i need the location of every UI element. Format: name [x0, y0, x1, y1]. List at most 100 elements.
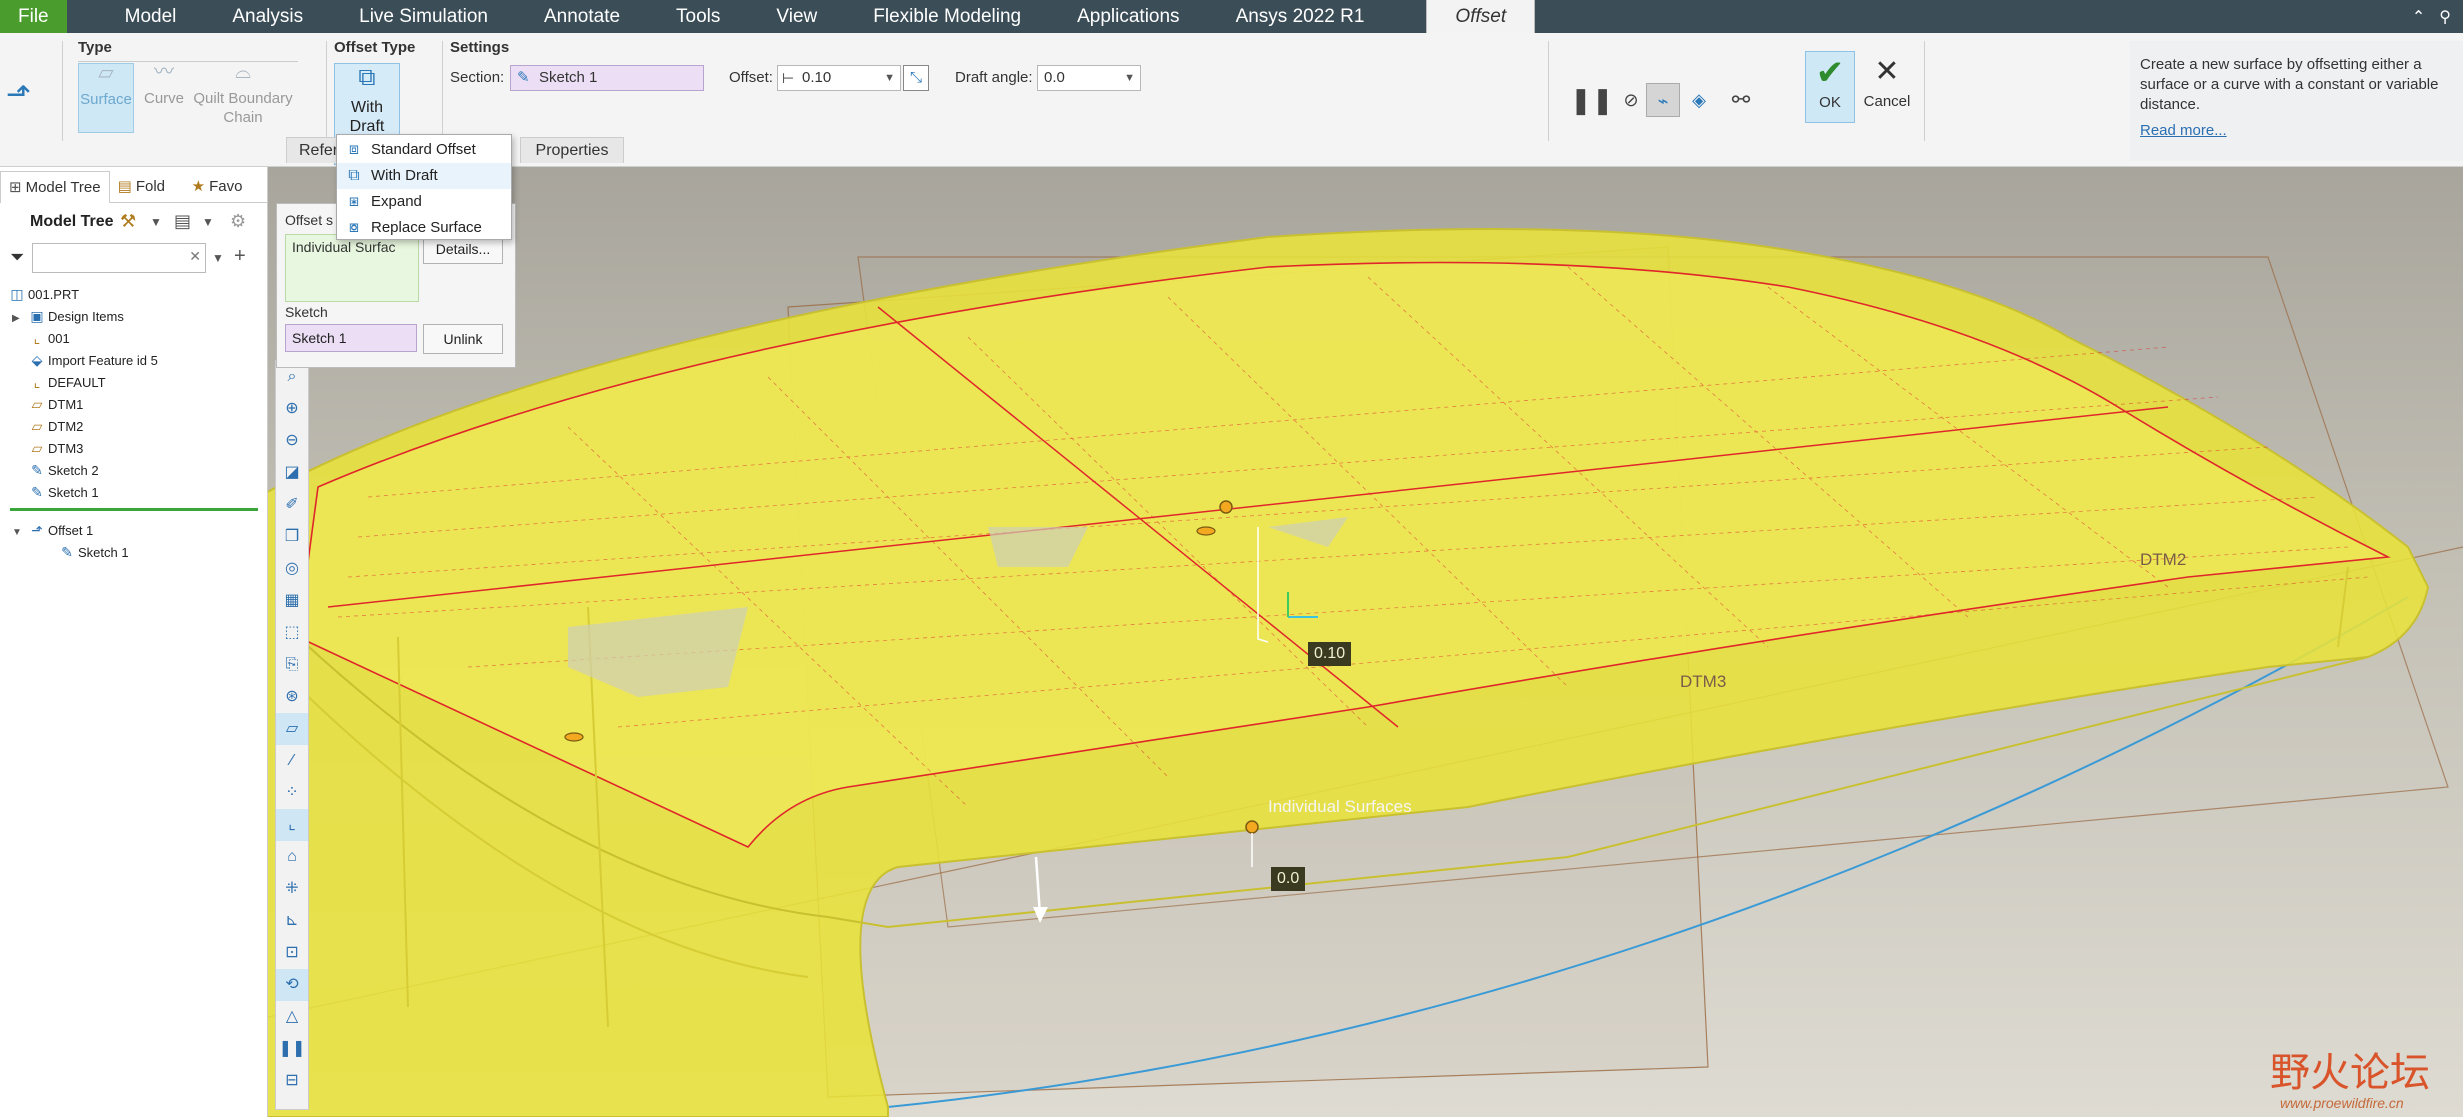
tab-model-tree[interactable]: ⊞ Model Tree — [0, 171, 110, 203]
tree-item-default-csys[interactable]: ⌞ DEFAULT — [26, 371, 106, 393]
tree-item-offset-sketch1[interactable]: ✎ Sketch 1 — [56, 541, 128, 563]
datum-display-icon[interactable]: ⬚ — [276, 617, 308, 649]
chevron-down-icon[interactable]: ▼ — [212, 251, 224, 265]
model-tree-icon: ⊞ — [9, 179, 22, 196]
menu-annotate[interactable]: Annotate — [516, 0, 648, 33]
view-manager-icon[interactable]: ◎ — [276, 553, 308, 585]
chevron-down-icon[interactable]: ▼ — [884, 66, 895, 90]
triangle-icon[interactable]: △ — [276, 1001, 308, 1033]
cancel-button[interactable]: ✕ Cancel — [1856, 51, 1918, 123]
sketch-icon: ✎ — [61, 544, 73, 560]
tree-item-part[interactable]: ◫ 001.PRT — [6, 283, 79, 305]
csys-tag-icon[interactable]: ⊾ — [276, 905, 308, 937]
tree-item-design-items[interactable]: ▶ ▣ Design Items — [12, 305, 124, 327]
tree-item-sketch2[interactable]: ✎ Sketch 2 — [26, 459, 98, 481]
menu-item-replace-surface[interactable]: ⧇ Replace Surface — [337, 215, 511, 241]
menu-offset-tab[interactable]: Offset — [1426, 0, 1536, 33]
annotation-display-icon[interactable]: ⎘ — [276, 649, 308, 681]
menu-item-label: Replace Surface — [371, 219, 482, 236]
perspective-icon[interactable]: ▦ — [276, 585, 308, 617]
show-icon[interactable]: ▤ — [174, 211, 191, 232]
unlink-button[interactable]: Unlink — [423, 324, 503, 354]
draft-dimension-tag[interactable]: 0.0 — [1271, 867, 1306, 891]
point-display-icon[interactable]: ⁘ — [276, 777, 308, 809]
tree-item-import-feature[interactable]: ⬙ Import Feature id 5 — [26, 349, 158, 371]
pause-icon[interactable]: ❚❚ — [276, 1033, 308, 1065]
offset-value-field[interactable]: ⊢ 0.10 ▼ — [777, 65, 901, 91]
tree-item-dtm1[interactable]: ▱ DTM1 — [26, 393, 84, 415]
zoom-out-icon[interactable]: ⊖ — [276, 425, 308, 457]
plane-display-icon[interactable]: ▱ — [276, 713, 308, 745]
tree-search-input[interactable]: ✕ — [32, 243, 206, 273]
spin-icon[interactable]: ⟲ — [276, 969, 308, 1001]
menu-file[interactable]: File — [0, 0, 67, 33]
menu-item-standard-offset[interactable]: ⧈ Standard Offset — [337, 137, 511, 163]
tree-settings-icon[interactable]: ⚒ — [120, 211, 136, 232]
plane-tag-icon[interactable]: ⌂ — [276, 841, 308, 873]
attached-preview-icon[interactable]: ⌁ — [1646, 83, 1680, 117]
verify-glasses-icon[interactable]: ⚯ — [1724, 83, 1758, 117]
tree-filter-options-icon[interactable]: ⚙ — [230, 211, 246, 232]
tree-item-label: 001.PRT — [28, 287, 80, 302]
menu-tools[interactable]: Tools — [648, 0, 748, 33]
repaint-icon[interactable]: ◪ — [276, 457, 308, 489]
tree-item-001[interactable]: ⌞ 001 — [26, 327, 70, 349]
chevron-down-icon[interactable]: ▼ — [202, 215, 214, 229]
ok-button[interactable]: ✔ OK — [1805, 51, 1855, 123]
offset-dimension-tag[interactable]: 0.10 — [1308, 642, 1352, 666]
read-more-link[interactable]: Read more... — [2140, 121, 2453, 141]
tree-item-offset1[interactable]: ▼ ⬏ Offset 1 — [12, 519, 93, 541]
zoom-in-icon[interactable]: ⊕ — [276, 393, 308, 425]
type-quilt-boundary-button[interactable]: ⌓ Quilt Boundary Chain — [190, 62, 296, 133]
part-icon: ◫ — [10, 286, 24, 302]
tab-folder[interactable]: ▤ Fold — [110, 171, 184, 203]
type-curve-button[interactable]: 〰 Curve — [136, 62, 192, 133]
menu-flexible-modeling[interactable]: Flexible Modeling — [845, 0, 1049, 33]
chevron-down-icon[interactable]: ▼ — [150, 215, 162, 229]
spin-center-icon[interactable]: ⊛ — [276, 681, 308, 713]
graphics-viewport[interactable]: 0.10 0.0 Individual Surfaces DTM3 DTM2 — [268, 167, 2463, 1117]
with-draft-icon: ⧉ — [358, 64, 376, 91]
help-tooltip: Create a new surface by offsetting eithe… — [2130, 41, 2463, 161]
menu-item-with-draft[interactable]: ⧉ With Draft — [337, 163, 511, 189]
draft-angle-field[interactable]: 0.0 ▼ — [1037, 65, 1141, 91]
pause-icon[interactable]: ❚❚ — [1570, 83, 1614, 117]
collapse-icon[interactable]: ▼ — [12, 522, 26, 544]
add-icon[interactable]: + — [234, 245, 246, 268]
csys-display-icon[interactable]: ⌞ — [276, 809, 308, 841]
search-icon[interactable]: ⚲ — [2439, 7, 2451, 27]
section-collector[interactable]: ✎ Sketch 1 — [510, 65, 704, 91]
menu-ansys[interactable]: Ansys 2022 R1 — [1208, 0, 1393, 33]
display-style-icon[interactable]: ❒ — [276, 521, 308, 553]
chevron-up-icon[interactable]: ⌃ — [2412, 7, 2425, 27]
menu-live-simulation[interactable]: Live Simulation — [331, 0, 516, 33]
chevron-down-icon[interactable]: ▼ — [1124, 66, 1135, 90]
flip-direction-icon[interactable]: ⤡ — [903, 65, 929, 91]
menu-applications[interactable]: Applications — [1049, 0, 1207, 33]
menu-analysis[interactable]: Analysis — [204, 0, 331, 33]
offset-surface-collector[interactable]: Individual Surfac — [285, 234, 419, 302]
tree-item-sketch1[interactable]: ✎ Sketch 1 — [26, 481, 98, 503]
menu-bar: File Model Analysis Live Simulation Anno… — [0, 0, 2463, 33]
tree-item-dtm2[interactable]: ▱ DTM2 — [26, 415, 84, 437]
geometry-preview-icon[interactable]: ◈ — [1682, 83, 1716, 117]
menu-model[interactable]: Model — [97, 0, 205, 33]
settings-title: Settings — [450, 39, 510, 56]
menu-item-expand[interactable]: ⧆ Expand — [337, 189, 511, 215]
menu-view[interactable]: View — [748, 0, 845, 33]
tab-properties[interactable]: Properties — [520, 137, 624, 163]
clear-icon[interactable]: ✕ — [189, 248, 201, 265]
point-tag-icon[interactable]: ⁜ — [276, 873, 308, 905]
type-surface-button[interactable]: ▱ Surface — [78, 63, 134, 133]
expand-icon[interactable]: ▶ — [12, 308, 26, 330]
hide-icon[interactable]: ⊟ — [276, 1065, 308, 1097]
saved-views-icon[interactable]: ✐ — [276, 489, 308, 521]
axis-display-icon[interactable]: ⁄ — [276, 745, 308, 777]
filter-icon[interactable]: ⏷ — [10, 247, 24, 268]
tab-favorites[interactable]: ★ Favo — [184, 171, 248, 203]
separator — [1924, 41, 1925, 141]
tree-item-dtm3[interactable]: ▱ DTM3 — [26, 437, 84, 459]
sketch-collector[interactable]: Sketch 1 — [285, 324, 417, 352]
no-preview-icon[interactable]: ⊘ — [1614, 83, 1648, 117]
annotations-icon[interactable]: ⊡ — [276, 937, 308, 969]
